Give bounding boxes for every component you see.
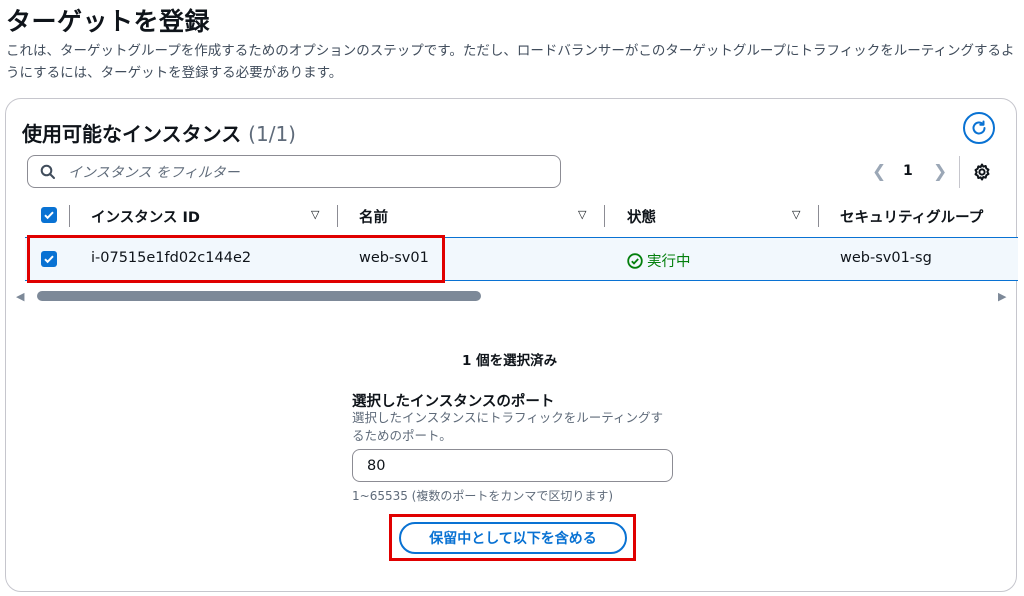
scroll-right-icon[interactable]: ▶	[998, 290, 1006, 303]
panel-title-count: (1/1)	[248, 122, 296, 146]
column-header-state[interactable]: 状態	[627, 206, 656, 227]
checkbox-checked-icon	[44, 211, 54, 220]
pager-divider	[959, 156, 960, 188]
sort-down-icon[interactable]: ▽	[792, 208, 800, 221]
port-input[interactable]	[352, 449, 673, 482]
scrollbar-thumb[interactable]	[37, 291, 481, 301]
sort-down-icon[interactable]: ▽	[311, 208, 319, 221]
column-separator	[604, 205, 605, 227]
column-separator	[818, 205, 819, 227]
refresh-icon	[972, 120, 986, 135]
scroll-left-icon[interactable]: ◀	[16, 290, 24, 303]
status-check-icon	[627, 252, 643, 269]
highlight-box-row	[27, 235, 445, 283]
column-separator	[69, 205, 70, 227]
gear-icon[interactable]	[972, 162, 992, 182]
cell-security-group: web-sv01-sg	[840, 250, 932, 266]
column-separator	[337, 205, 338, 227]
column-header-name[interactable]: 名前	[359, 206, 388, 227]
state-text: 実行中	[647, 254, 691, 270]
cell-state: 実行中	[627, 250, 691, 271]
column-header-instance-id[interactable]: インスタンス ID	[91, 206, 200, 227]
chevron-right-icon[interactable]: ❯	[933, 162, 947, 182]
page-title: ターゲットを登録	[6, 7, 211, 36]
chevron-left-icon[interactable]: ❮	[872, 162, 886, 182]
panel-title-text: 使用可能なインスタンス	[22, 122, 242, 146]
port-constraint: 1~65535 (複数のポートをカンマで区切ります)	[352, 489, 614, 503]
highlight-box-button	[389, 514, 636, 561]
selected-count: 1 個を選択済み	[462, 353, 558, 369]
panel-title: 使用可能なインスタンス (1/1)	[22, 118, 296, 147]
sort-down-icon[interactable]: ▽	[578, 208, 586, 221]
port-description: 選択したインスタンスにトラフィックをルーティングするためのポート。	[352, 410, 664, 443]
refresh-button[interactable]	[963, 112, 995, 144]
select-all-checkbox[interactable]	[41, 207, 57, 223]
search-input[interactable]	[66, 160, 550, 186]
page-number[interactable]: 1	[903, 163, 913, 179]
page-description: これは、ターゲットグループを作成するためのオプションのステップです。ただし、ロー…	[6, 43, 1015, 81]
port-label: 選択したインスタンスのポート	[352, 394, 555, 410]
search-icon	[40, 164, 55, 179]
column-header-security-group[interactable]: セキュリティグループ	[840, 206, 983, 227]
search-field[interactable]	[27, 155, 561, 188]
